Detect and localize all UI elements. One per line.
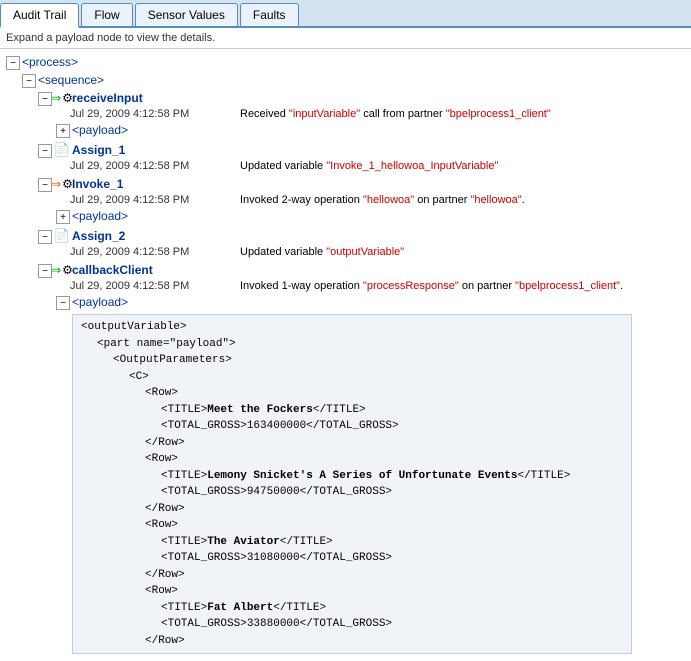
Assign1-label: Assign_1: [72, 143, 125, 157]
info-bar: Expand a payload node to view the detail…: [0, 28, 691, 49]
tab-sensor-values[interactable]: Sensor Values: [135, 3, 238, 26]
event-desc: Updated variable "outputVariable": [240, 246, 404, 258]
payload-label: <payload>: [72, 209, 128, 223]
event-time: Jul 29, 2009 4:12:58 PM: [70, 246, 230, 258]
Invoke1-label: Invoke_1: [72, 177, 123, 191]
expand-sequence[interactable]: −: [22, 74, 36, 88]
xml-payload: <outputVariable> <part name="payload"> <…: [72, 314, 632, 654]
expand-Assign1[interactable]: −: [38, 144, 52, 158]
main-content: − <process> − <sequence> − ⇒⚙ receiveInp…: [0, 49, 691, 661]
expand-callbackClient[interactable]: −: [38, 264, 52, 278]
tab-flow[interactable]: Flow: [81, 3, 132, 26]
expand-payload-receiveInput[interactable]: +: [56, 124, 70, 138]
expand-Invoke1[interactable]: −: [38, 178, 52, 192]
tab-faults[interactable]: Faults: [240, 3, 299, 26]
sequence-label: <sequence>: [38, 73, 104, 87]
expand-payload-callbackClient[interactable]: −: [56, 296, 70, 310]
tab-bar: Audit Trail Flow Sensor Values Faults: [0, 0, 691, 28]
gear-orange-icon: ⇒⚙: [54, 176, 70, 192]
receiveInput-label: receiveInput: [72, 91, 143, 105]
event-desc: Received "inputVariable" call from partn…: [240, 108, 551, 120]
event-time: Jul 29, 2009 4:12:58 PM: [70, 160, 230, 172]
Assign2-label: Assign_2: [72, 229, 125, 243]
doc-icon-2: 📄: [54, 228, 70, 244]
gear-icon: ⇒⚙: [54, 90, 70, 106]
callbackClient-label: callbackClient: [72, 263, 153, 277]
expand-payload-Invoke1[interactable]: +: [56, 210, 70, 224]
event-time: Jul 29, 2009 4:12:58 PM: [70, 194, 230, 206]
event-time: Jul 29, 2009 4:12:58 PM: [70, 108, 230, 120]
gear-green-icon-2: ⇒⚙: [54, 262, 70, 278]
event-desc: Invoked 1-way operation "processResponse…: [240, 280, 623, 292]
expand-process[interactable]: −: [6, 56, 20, 70]
payload-label-callback: <payload>: [72, 295, 128, 309]
process-label: <process>: [22, 55, 78, 69]
event-time: Jul 29, 2009 4:12:58 PM: [70, 280, 230, 292]
expand-receiveInput[interactable]: −: [38, 92, 52, 106]
event-desc: Invoked 2-way operation "hellowoa" on pa…: [240, 194, 525, 206]
event-desc: Updated variable "Invoke_1_hellowoa_Inpu…: [240, 160, 498, 172]
doc-icon: 📄: [54, 142, 70, 158]
tab-audit-trail[interactable]: Audit Trail: [0, 3, 79, 28]
payload-label: <payload>: [72, 123, 128, 137]
expand-Assign2[interactable]: −: [38, 230, 52, 244]
